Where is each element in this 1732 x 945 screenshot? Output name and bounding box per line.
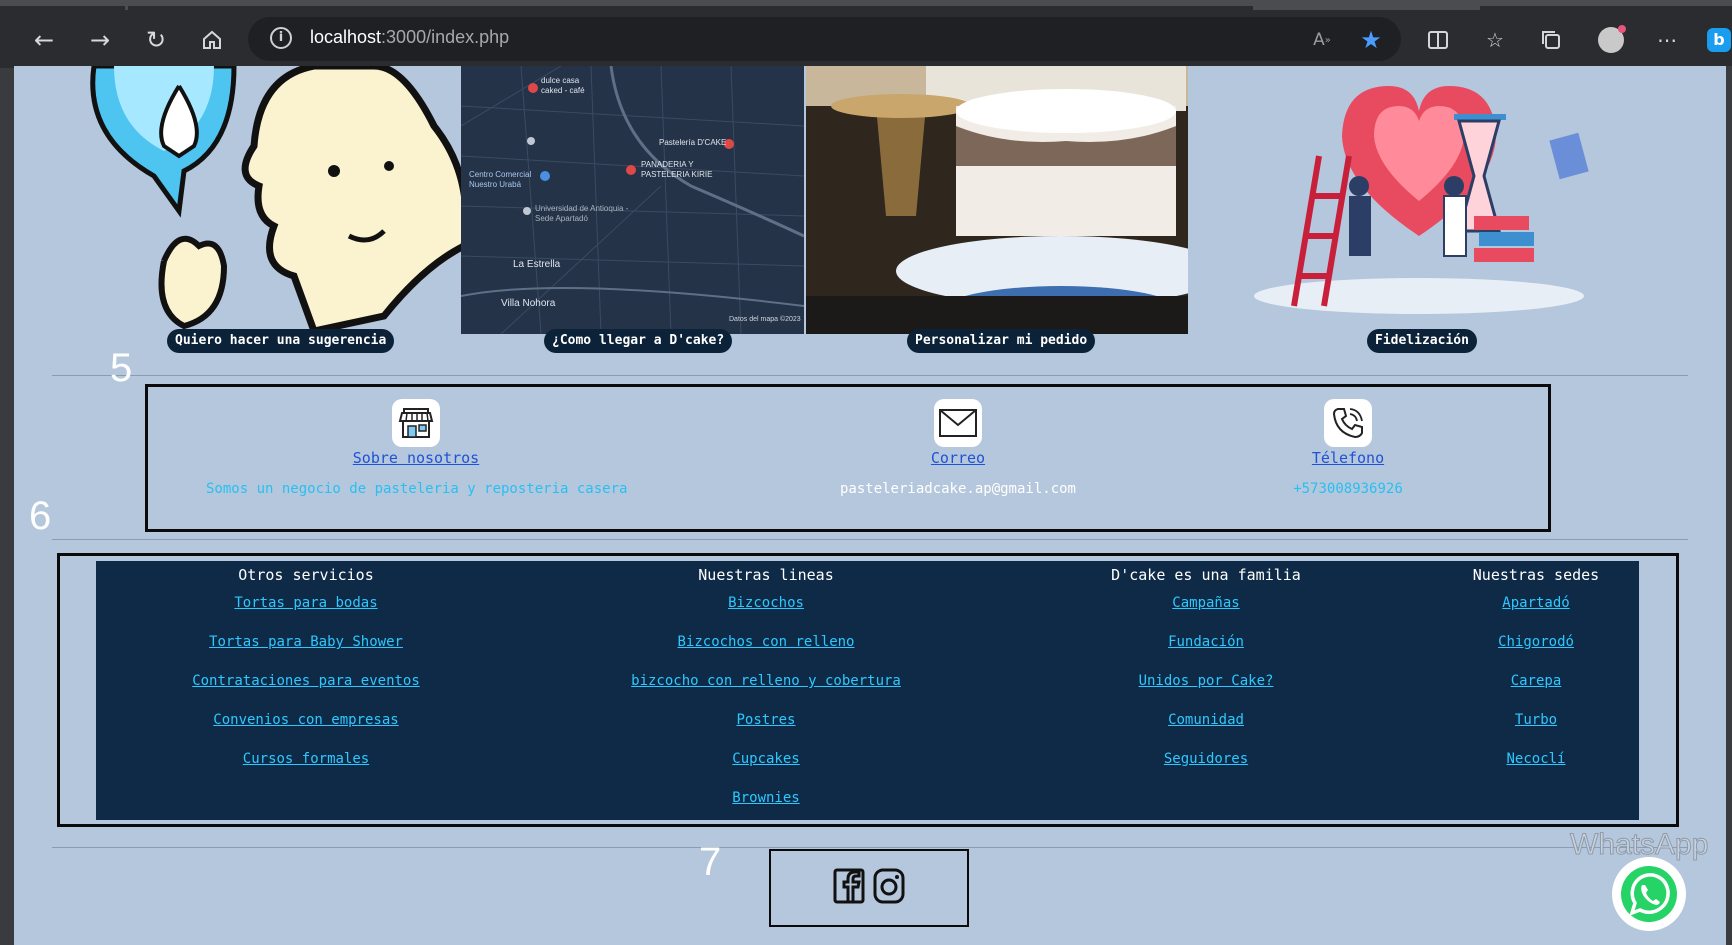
footer-link[interactable]: Convenios con empresas	[116, 705, 496, 744]
footer-column-locations: Nuestras sedes Apartadó Chigorodó Carepa…	[1436, 561, 1636, 783]
footer-column-title: Nuestras sedes	[1472, 566, 1600, 584]
reload-icon[interactable]: ↻	[140, 24, 172, 56]
map-label-university: Universidad de Antioquia - Sede Apartadó	[535, 204, 629, 223]
footer-link[interactable]: Cursos formales	[116, 744, 496, 783]
footer-link[interactable]: Turbo	[1436, 705, 1636, 744]
footer-link[interactable]: Tortas para bodas	[116, 588, 496, 627]
phone-column: Télefono +573008936926	[1248, 387, 1448, 497]
section-divider	[52, 847, 1688, 848]
footer-link[interactable]: Postres	[556, 705, 976, 744]
suggestion-illustration[interactable]	[84, 66, 469, 334]
footer-link[interactable]: Carepa	[1436, 666, 1636, 705]
contact-section: Sobre nosotros Somos un negocio de paste…	[145, 384, 1551, 532]
whatsapp-icon	[1621, 866, 1677, 922]
caption-suggestion[interactable]: Quiero hacer una sugerencia	[167, 329, 395, 353]
whatsapp-label: WhatsApp	[1569, 828, 1709, 862]
url-text: localhost:3000/index.php	[310, 27, 509, 48]
footer-column-title: Otros servicios	[238, 566, 374, 584]
email-column: Correo pasteleriadcake.ap@gmail.com	[808, 387, 1108, 497]
footer-column-lines: Nuestras lineas Bizcochos Bizcochos con …	[556, 561, 976, 822]
annotation-number-6: 6	[29, 494, 52, 538]
caption-customize-order[interactable]: Personalizar mi pedido	[907, 329, 1096, 353]
home-icon[interactable]	[196, 24, 228, 56]
phone-link[interactable]: Télefono	[1248, 449, 1448, 467]
footer-column-services: Otros servicios Tortas para bodas Tortas…	[116, 561, 496, 783]
info-icon[interactable]: i	[270, 27, 292, 49]
split-screen-icon[interactable]	[1422, 24, 1454, 56]
favorite-star-icon[interactable]: ★	[1355, 24, 1387, 56]
caption-loyalty[interactable]: Fidelización	[1367, 329, 1477, 353]
section-divider	[52, 539, 1688, 540]
footer-link[interactable]: Cupcakes	[556, 744, 976, 783]
back-arrow-icon[interactable]: ←	[28, 24, 60, 56]
read-aloud-icon[interactable]: A»	[1306, 24, 1338, 56]
footer-link[interactable]: Fundación	[1046, 627, 1366, 666]
footer-link[interactable]: Bizcochos con relleno	[556, 627, 976, 666]
map-label-mall: Centro Comercial Nuestro Urabá	[469, 170, 532, 189]
cake-photo[interactable]	[806, 66, 1188, 334]
profile-avatar[interactable]	[1595, 24, 1627, 56]
footer-link[interactable]: Bizcochos	[556, 588, 976, 627]
page-viewport: dulce casa caked - café Pastelería D'CAK…	[14, 66, 1726, 945]
bing-icon[interactable]: b	[1703, 24, 1732, 56]
map-image[interactable]: dulce casa caked - café Pastelería D'CAK…	[461, 66, 804, 334]
footer-link[interactable]: bizcocho con relleno y cobertura	[556, 666, 976, 705]
store-icon	[392, 399, 440, 447]
footer-link[interactable]: Apartadó	[1436, 588, 1636, 627]
loyalty-illustration[interactable]	[1224, 66, 1634, 334]
footer-link[interactable]: Unidos por Cake?	[1046, 666, 1366, 705]
footer-link[interactable]: Tortas para Baby Shower	[116, 627, 496, 666]
tab-strip	[0, 0, 1732, 10]
footer-link[interactable]: Chigorodó	[1436, 627, 1636, 666]
section-divider	[52, 375, 1688, 376]
footer-link[interactable]: Seguidores	[1046, 744, 1366, 783]
footer-link[interactable]: Comunidad	[1046, 705, 1366, 744]
annotation-number-5: 5	[110, 346, 133, 390]
footer-link[interactable]: Necoclí	[1436, 744, 1636, 783]
caption-directions[interactable]: ¿Como llegar a D'cake?	[544, 329, 733, 353]
annotation-number-7: 7	[699, 840, 722, 884]
footer-column-title: Nuestras lineas	[698, 566, 834, 584]
url-path: :3000/index.php	[381, 27, 510, 47]
about-description: Somos un negocio de pasteleria y reposte…	[206, 481, 628, 497]
address-bar[interactable]: i localhost:3000/index.php	[248, 17, 1401, 61]
footer-link[interactable]: Brownies	[556, 783, 976, 822]
phone-number: +573008936926	[1293, 481, 1403, 497]
favorites-icon[interactable]: ☆	[1479, 24, 1511, 56]
footer-column-family: D'cake es una familia Campañas Fundación…	[1046, 561, 1366, 783]
social-links	[769, 849, 969, 927]
url-host: localhost	[310, 27, 382, 47]
map-label-villa-nohora: Villa Nohora	[501, 298, 556, 309]
about-link[interactable]: Sobre nosotros	[206, 449, 626, 467]
instagram-icon[interactable]	[873, 867, 905, 909]
footer-link[interactable]: Campañas	[1046, 588, 1366, 627]
forward-arrow-icon[interactable]: →	[84, 24, 116, 56]
map-label-kirie: PANADERIA Y PASTELERIA KIRIE	[641, 160, 713, 179]
footer-link[interactable]: Contrataciones para eventos	[116, 666, 496, 705]
map-label-dcake: Pastelería D'CAKE	[659, 138, 727, 147]
facebook-icon[interactable]	[833, 867, 865, 909]
footer-links: Otros servicios Tortas para bodas Tortas…	[94, 561, 1641, 820]
email-link[interactable]: Correo	[808, 449, 1108, 467]
email-address: pasteleriadcake.ap@gmail.com	[839, 481, 1076, 497]
envelope-icon	[934, 399, 982, 447]
page-edge	[1726, 66, 1732, 945]
browser-toolbar: ← → ↻ i localhost:3000/index.php A» ★ ☆ …	[0, 10, 1732, 68]
collections-icon[interactable]	[1535, 24, 1567, 56]
map-attribution: Datos del mapa ©2023	[729, 316, 801, 323]
about-column: Sobre nosotros Somos un negocio de paste…	[206, 387, 628, 497]
map-label-la-estrella: La Estrella	[513, 259, 561, 270]
phone-icon	[1324, 399, 1372, 447]
map-label-cafe: dulce casa caked - café	[541, 76, 585, 95]
more-menu-icon[interactable]: ⋯	[1651, 24, 1683, 56]
whatsapp-button[interactable]	[1612, 857, 1686, 931]
footer-column-title: D'cake es una familia	[1111, 566, 1301, 584]
